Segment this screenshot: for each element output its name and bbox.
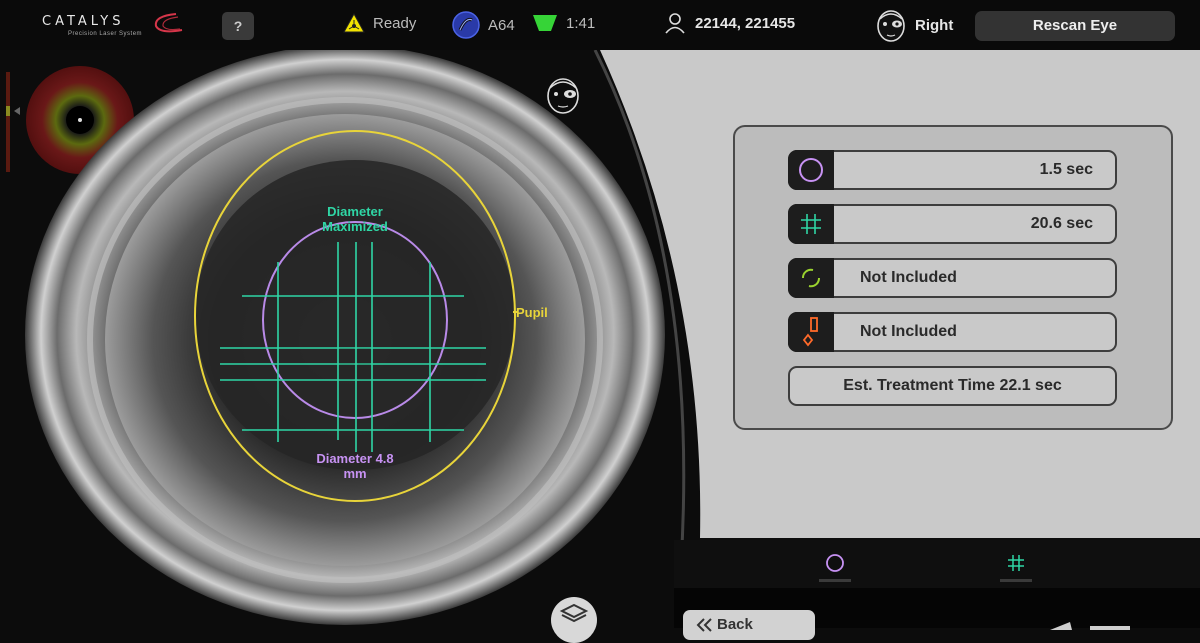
logo-name: CATALYS — [42, 14, 125, 29]
laser-warning-icon — [343, 13, 365, 33]
patient-ids: 22144, 221455 — [695, 14, 796, 32]
estimated-treatment-time: Est. Treatment Time 22.1 sec — [788, 366, 1117, 406]
pupil-label: Pupil — [516, 305, 548, 320]
arcuate-incision-icon — [802, 268, 820, 288]
lens-indicator: A64 — [452, 11, 515, 39]
corneal-incision-icon — [802, 317, 818, 347]
eye-side-indicator: Right — [873, 7, 953, 43]
status-text: Ready — [373, 14, 417, 32]
face-view-icon[interactable] — [543, 75, 583, 115]
logo-swoosh-icon — [154, 13, 183, 33]
help-button[interactable]: ? — [222, 12, 254, 40]
back-button[interactable]: Back — [683, 610, 815, 640]
back-button-label: Back — [717, 616, 753, 633]
capsulotomy-time: 1.5 sec — [1039, 161, 1093, 178]
system-status: Ready — [343, 13, 416, 33]
capsulotomy-circle-icon — [799, 158, 823, 182]
logo-subtitle: Precision Laser System — [68, 31, 143, 37]
eye-side-text: Right — [915, 16, 954, 34]
left-indicator-bar — [6, 72, 10, 172]
arcuate-incision-row[interactable]: Not Included — [788, 258, 1117, 298]
next-action-icon[interactable] — [1050, 618, 1140, 630]
top-bar: CATALYS Precision Laser System ? Ready A… — [0, 0, 1200, 51]
fragmentation-tab-icon — [1008, 555, 1024, 571]
eye-camera-view — [0, 50, 700, 628]
corneal-incision-status: Not Included — [860, 323, 957, 340]
capsulotomy-tab-icon — [826, 554, 844, 572]
fragmentation-time: 20.6 sec — [1030, 215, 1093, 232]
diameter-maximized-label: Diameter Maximized — [322, 204, 388, 234]
capsulotomy-row[interactable]: 1.5 sec — [788, 150, 1117, 190]
lens-code: A64 — [488, 16, 515, 34]
lens-fragmentation-row[interactable]: 20.6 sec — [788, 204, 1117, 244]
bottom-tab-bar — [674, 540, 1200, 588]
lens-fragmentation-grid-icon — [801, 214, 821, 234]
layers-icon — [559, 603, 589, 623]
face-right-eye-icon — [877, 10, 905, 42]
timer-text: 1:41 — [566, 14, 596, 32]
catalys-logo: CATALYS Precision Laser System — [42, 13, 183, 37]
patient-info: 22144, 221455 — [664, 12, 795, 34]
rescan-eye-button[interactable]: Rescan Eye — [975, 11, 1175, 41]
capsulotomy-diameter-label: Diameter 4.8 mm — [316, 451, 394, 481]
suction-icon — [533, 15, 557, 31]
patient-icon — [665, 13, 685, 34]
lens-icon — [452, 11, 480, 39]
corneal-incision-row[interactable]: Not Included — [788, 312, 1117, 352]
tab-capsulotomy[interactable] — [810, 540, 860, 588]
double-chevron-left-icon — [696, 618, 712, 632]
layers-button[interactable] — [551, 597, 597, 643]
arcuate-incision-status: Not Included — [860, 269, 957, 286]
tab-fragmentation[interactable] — [991, 540, 1041, 588]
timer-indicator: 1:41 — [533, 13, 595, 33]
